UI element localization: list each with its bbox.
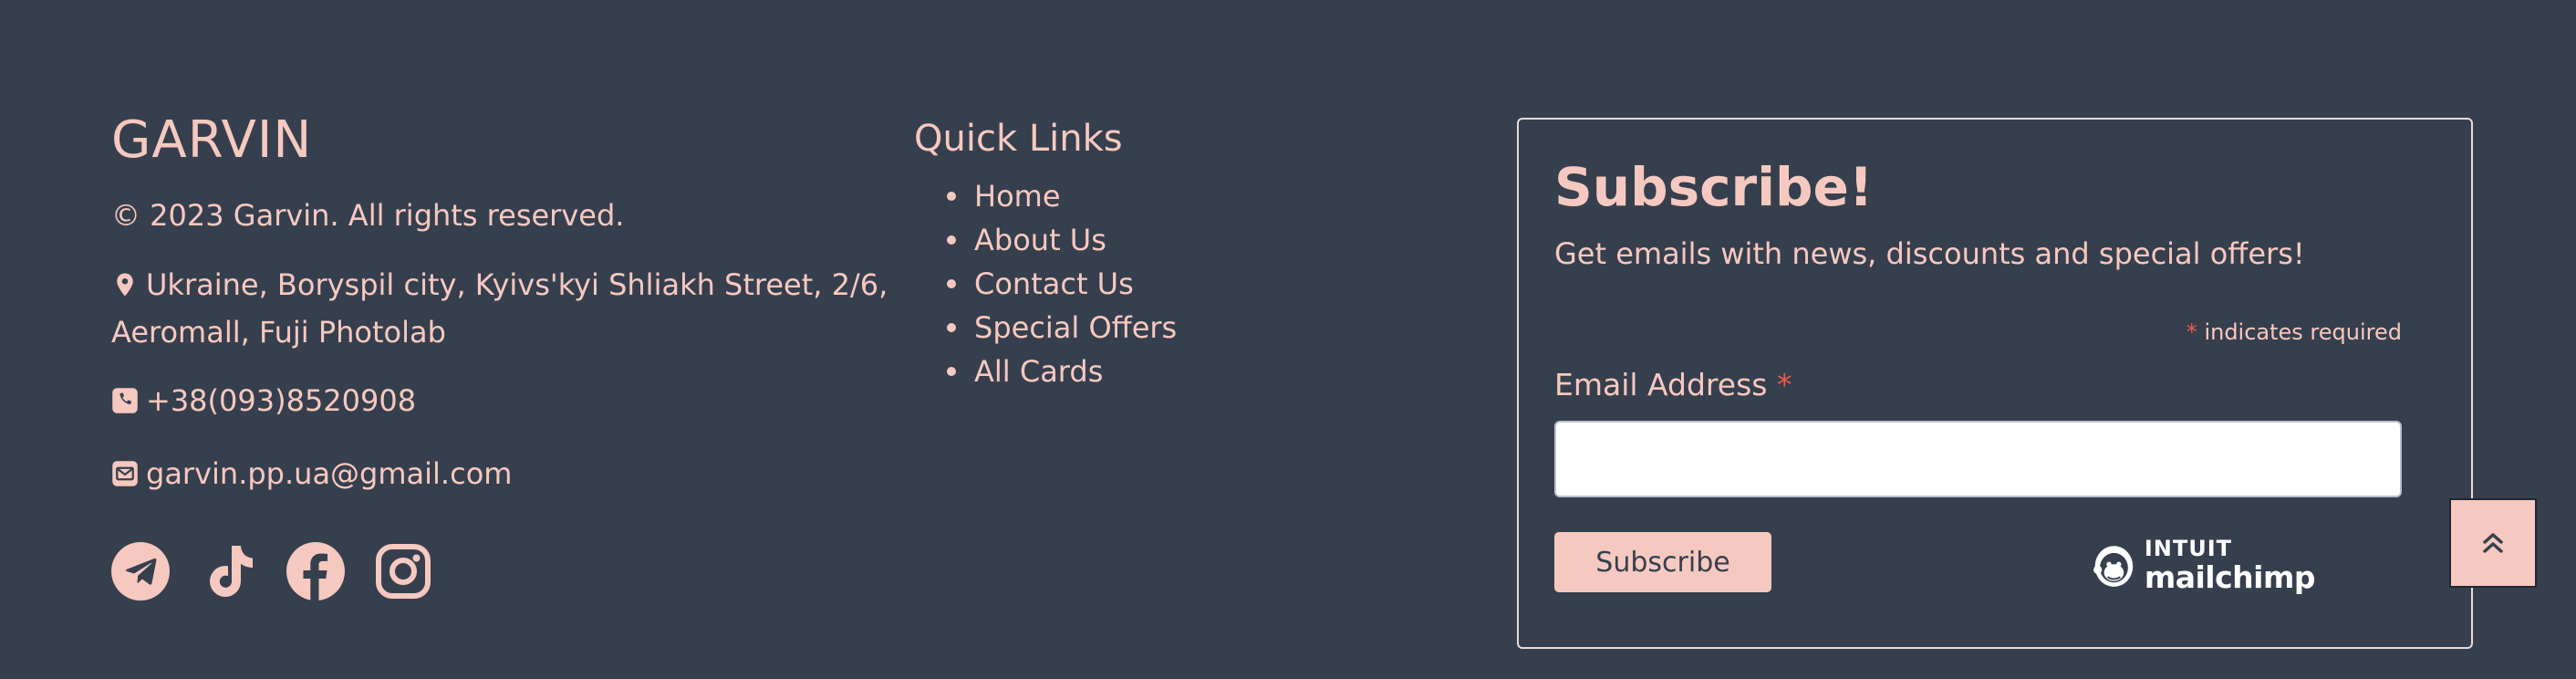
mailchimp-badge[interactable]: INTUIT mailchimp [2091, 533, 2316, 597]
email-contact: garvin.pp.ua@gmail.com [111, 456, 512, 491]
list-item: All Cards [914, 350, 1177, 393]
address-text-line1: Ukraine, Boryspil city, Kyivs'kyi Shliak… [146, 267, 888, 302]
required-note: * indicates required [2186, 319, 2402, 345]
required-note-text: indicates required [2204, 319, 2402, 345]
intuit-wordmark: INTUIT [2144, 536, 2233, 561]
quick-link-special-offers[interactable]: Special Offers [974, 310, 1177, 345]
telegram-icon[interactable] [111, 542, 170, 601]
email-text: garvin.pp.ua@gmail.com [146, 456, 513, 491]
phone-contact: +38(093)8520908 [111, 383, 416, 418]
email-address-input[interactable] [1554, 421, 2402, 497]
tiktok-icon[interactable] [199, 542, 257, 601]
instagram-icon[interactable] [374, 542, 432, 601]
double-chevron-up-icon [2483, 533, 2503, 553]
email-label-text: Email Address [1554, 367, 1768, 402]
quick-link-about-us[interactable]: About Us [974, 223, 1106, 257]
scroll-to-top-button[interactable] [2449, 498, 2537, 588]
phone-square-icon [111, 387, 139, 414]
quick-link-all-cards[interactable]: All Cards [974, 354, 1103, 389]
social-links [111, 542, 432, 601]
phone-text: +38(093)8520908 [146, 383, 417, 418]
quick-links-list: Home About Us Contact Us Special Offers … [914, 174, 1177, 393]
subscribe-button[interactable]: Subscribe [1554, 532, 1771, 592]
mailchimp-logo-icon [2093, 546, 2134, 587]
address-line-2: Aeromall, Fuji Photolab [111, 315, 446, 350]
quick-links-heading: Quick Links [914, 118, 1123, 160]
mailchimp-wordmark: mailchimp [2144, 559, 2316, 595]
envelope-icon [111, 460, 139, 487]
map-marker-icon [111, 271, 139, 298]
email-address-label: Email Address * [1554, 367, 1792, 402]
copyright-text: © 2023 Garvin. All rights reserved. [111, 198, 625, 233]
required-star: * [2186, 319, 2197, 345]
facebook-icon[interactable] [286, 542, 345, 601]
list-item: About Us [914, 218, 1177, 262]
list-item: Special Offers [914, 306, 1177, 350]
footer-brand-name: GARVIN [111, 110, 313, 170]
subscribe-description: Get emails with news, discounts and spec… [1554, 236, 2305, 271]
required-star: * [1776, 367, 1792, 402]
quick-link-contact-us[interactable]: Contact Us [974, 266, 1134, 301]
quick-link-home[interactable]: Home [974, 179, 1061, 214]
list-item: Contact Us [914, 262, 1177, 306]
list-item: Home [914, 174, 1177, 218]
subscribe-heading: Subscribe! [1554, 156, 1874, 218]
address-line-1: Ukraine, Boryspil city, Kyivs'kyi Shliak… [111, 267, 888, 302]
